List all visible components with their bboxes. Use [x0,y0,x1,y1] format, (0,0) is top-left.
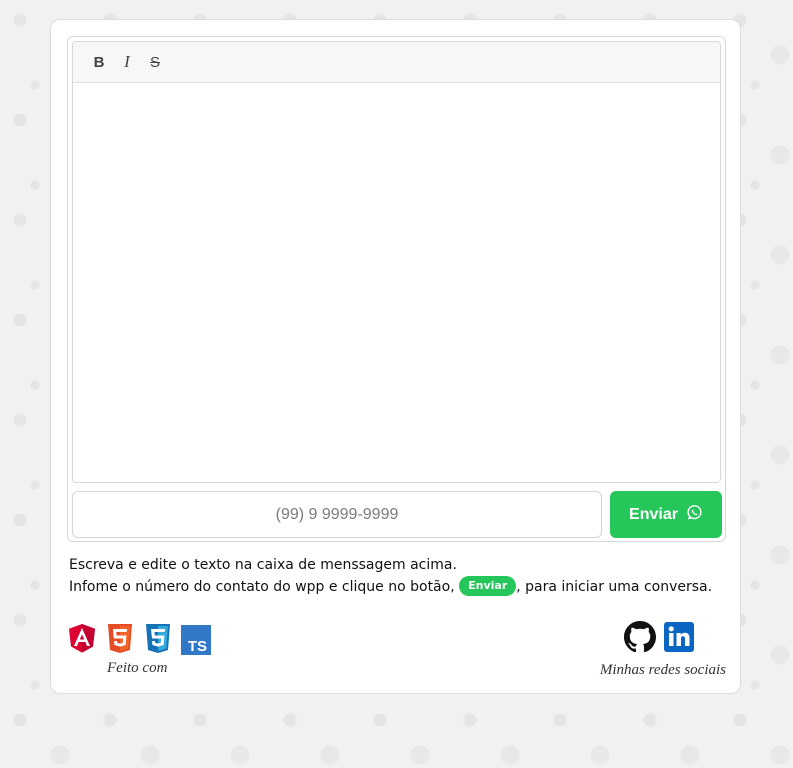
inline-send-button: Enviar [459,576,517,596]
whatsapp-icon [686,504,703,526]
instruction-line-1: Escreva e edite o texto na caixa de mens… [69,557,457,573]
rich-text-editor: B I S [72,41,721,483]
made-with-label: Feito com [107,660,168,676]
tech-stack-icons: TS [67,623,211,655]
typescript-icon: TS [181,625,211,655]
instructions: Escreva e edite o texto na caixa de mens… [69,554,739,598]
italic-icon: I [124,52,130,71]
strikethrough-icon: S [149,53,160,71]
social-links [624,621,694,657]
phone-number-input[interactable] [72,491,602,538]
instruction-line-2: Infome o número do contato do wpp e cliq… [69,576,739,598]
typescript-icon-label: TS [188,638,207,655]
strikethrough-button[interactable]: S [141,48,169,76]
message-composer: B I S Enviar [67,36,726,542]
css3-icon [146,624,170,653]
instruction-text-after: , para iniciar uma conversa. [516,579,713,595]
linkedin-link[interactable] [664,622,694,656]
github-link[interactable] [624,621,656,657]
angular-icon [69,624,95,653]
bold-icon: B [93,53,105,71]
editor-toolbar: B I S [73,42,720,83]
linkedin-icon [664,622,694,652]
send-button[interactable]: Enviar [610,491,722,538]
social-label: Minhas redes sociais [599,662,726,678]
send-button-label: Enviar [629,505,678,523]
html5-icon [108,624,132,653]
github-icon [624,621,656,653]
message-textarea[interactable] [73,83,720,482]
main-card: B I S Enviar Escr [50,19,741,694]
bold-button[interactable]: B [85,48,113,76]
italic-button[interactable]: I [113,48,141,76]
instruction-text-before: Infome o número do contato do wpp e cliq… [69,579,460,595]
